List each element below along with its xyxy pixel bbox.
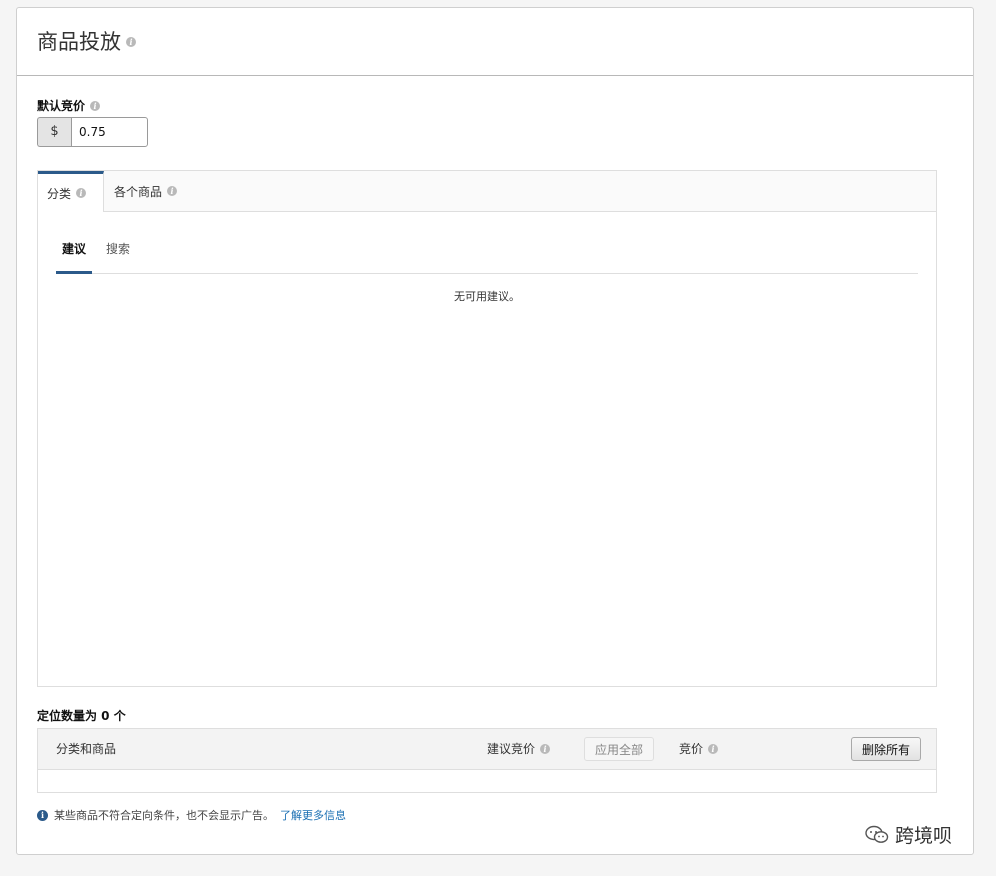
column-suggested-bid: 建议竞价 i	[487, 729, 551, 769]
info-icon[interactable]: i	[708, 744, 719, 754]
column-category-product: 分类和商品	[56, 729, 116, 769]
learn-more-link[interactable]: 了解更多信息	[280, 807, 346, 823]
tab-category-label: 分类	[47, 186, 72, 201]
default-bid-label: 默认竞价 i	[37, 97, 101, 114]
default-bid-input-group: $	[37, 117, 148, 147]
info-circle-icon: i	[37, 809, 48, 821]
watermark-text: 跨境呗	[895, 825, 953, 847]
footnote: i 某些商品不符合定向条件，也不会显示广告。 了解更多信息	[37, 807, 346, 823]
subtab-search[interactable]: 搜索	[106, 231, 130, 271]
page-title-text: 商品投放	[37, 30, 121, 54]
info-icon[interactable]: i	[126, 37, 136, 47]
tab-individual-products[interactable]: 各个商品 i	[114, 171, 178, 211]
default-bid-label-text: 默认竞价	[37, 99, 86, 113]
info-icon[interactable]: i	[540, 744, 551, 754]
tab-strip: 分类 i 各个商品 i	[38, 171, 936, 212]
watermark: 跨境呗	[865, 821, 952, 848]
footnote-text: 某些商品不符合定向条件，也不会显示广告。	[54, 809, 274, 822]
card-header: 商品投放 i	[17, 8, 973, 76]
tab-category[interactable]: 分类 i	[38, 171, 104, 212]
targeting-tabs-panel: 分类 i 各个商品 i 建议 搜索 无可用建议。	[37, 170, 937, 687]
currency-addon: $	[37, 117, 71, 147]
subtabs: 建议 搜索	[56, 231, 918, 274]
remove-all-button[interactable]: 删除所有	[851, 737, 921, 761]
apply-all-button[interactable]: 应用全部	[584, 737, 654, 761]
page-title: 商品投放 i	[37, 28, 136, 56]
wechat-icon	[865, 825, 889, 843]
column-category-product-label: 分类和商品	[56, 742, 117, 756]
info-icon[interactable]: i	[90, 100, 101, 111]
table-header: 分类和商品 建议竞价 i 应用全部 竞价 i 删除所有	[38, 729, 936, 770]
tab-products-label: 各个商品	[114, 184, 163, 199]
subtab-suggested[interactable]: 建议	[56, 231, 92, 274]
targets-count: 定位数量为 0 个	[37, 709, 126, 723]
info-icon[interactable]: i	[76, 188, 87, 198]
column-bid: 竞价 i	[679, 729, 719, 769]
targets-table: 分类和商品 建议竞价 i 应用全部 竞价 i 删除所有	[37, 728, 937, 793]
default-bid-input[interactable]	[71, 117, 148, 147]
empty-suggestions-message: 无可用建议。	[454, 290, 520, 303]
column-suggested-bid-label: 建议竞价	[487, 742, 536, 756]
info-icon[interactable]: i	[167, 186, 178, 196]
column-bid-label: 竞价	[679, 742, 704, 756]
product-targeting-card: 商品投放 i 默认竞价 i $ 分类 i 各个商品 i 建议 搜索 无可用建议。…	[16, 7, 974, 855]
